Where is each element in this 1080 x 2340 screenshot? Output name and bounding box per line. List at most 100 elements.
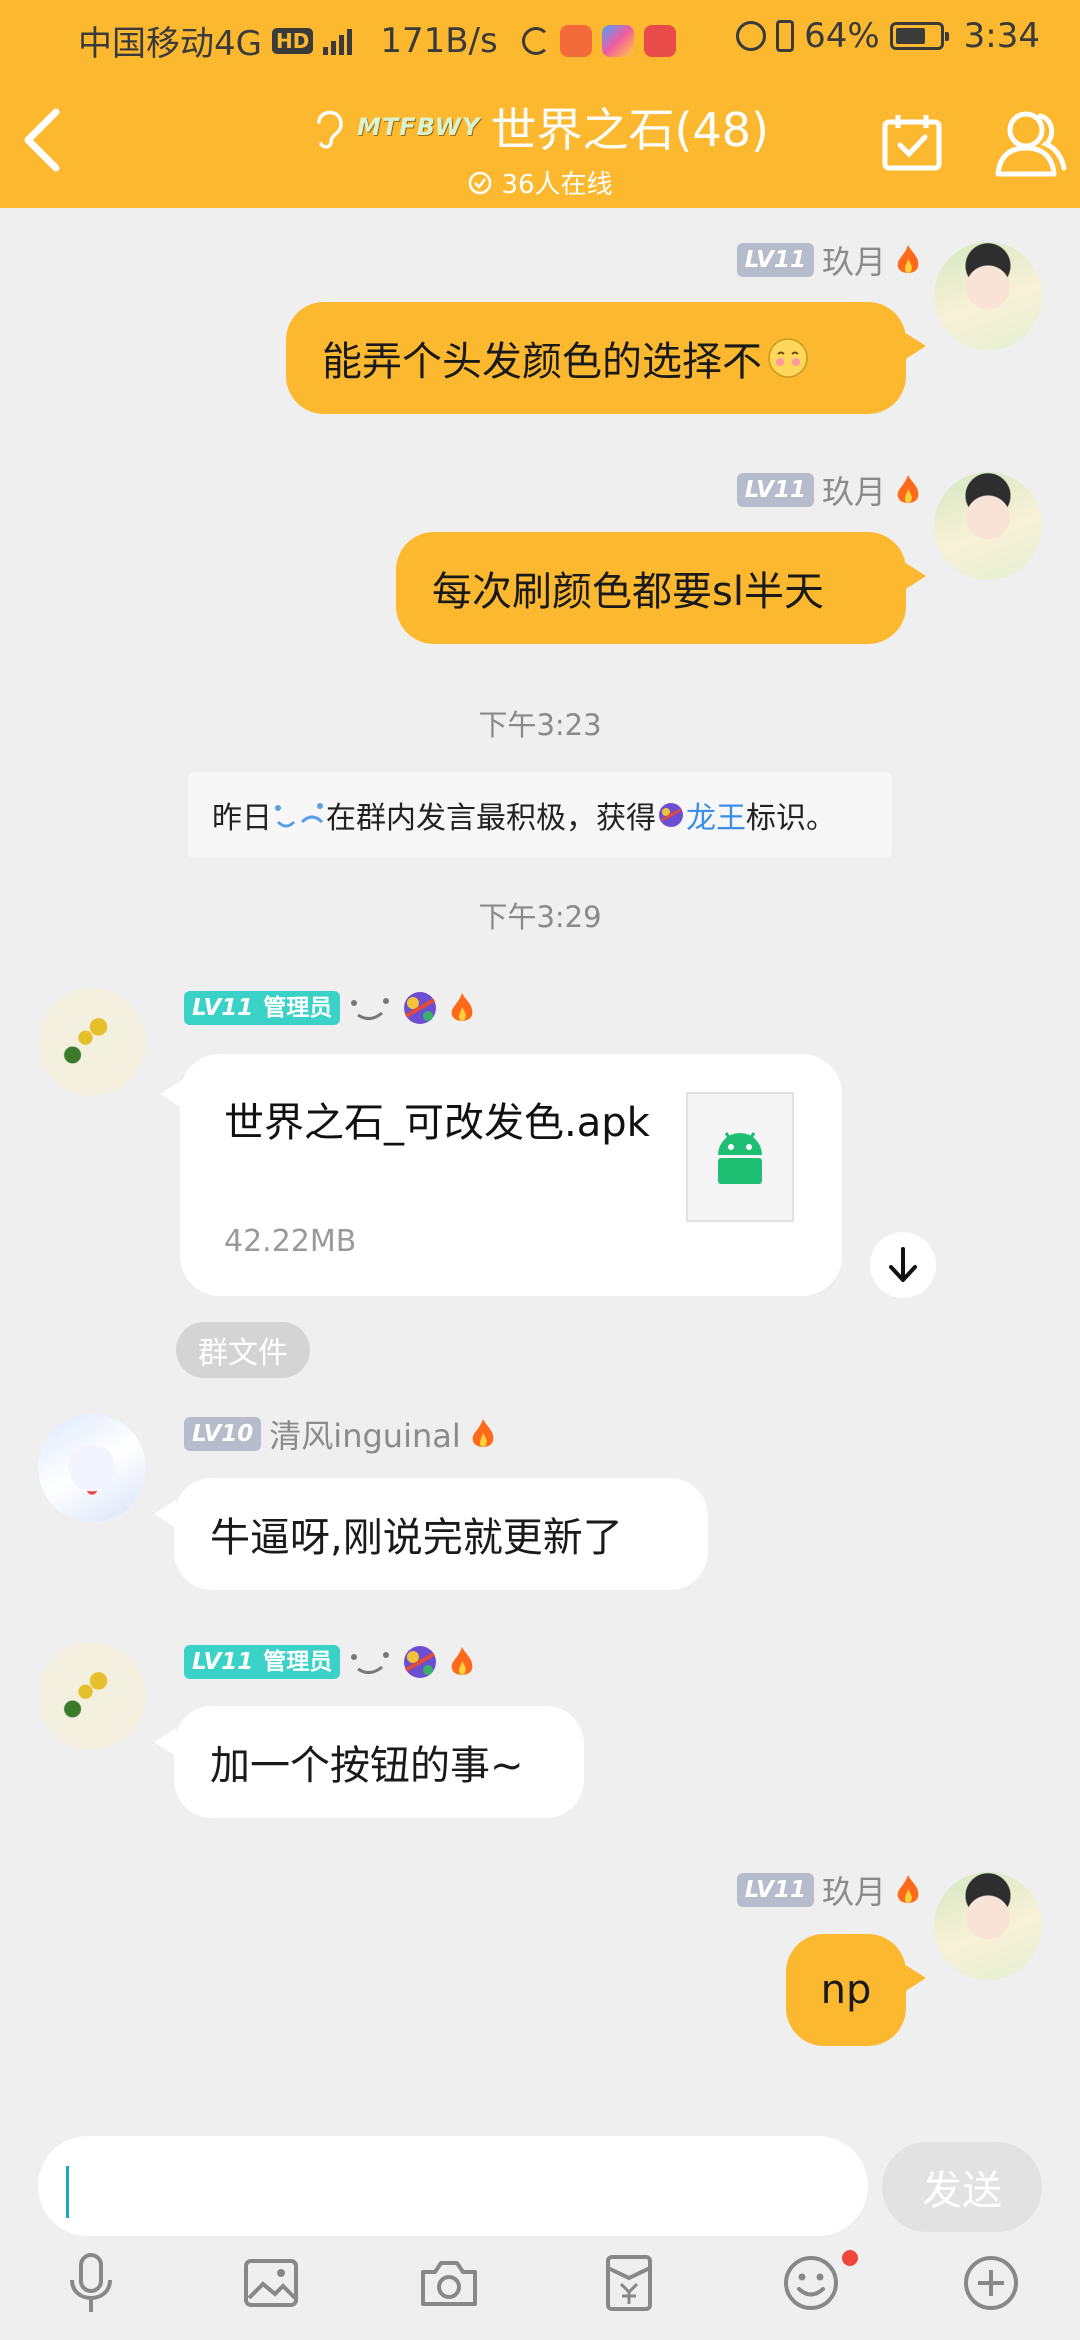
red-packet-button[interactable] [594, 2248, 664, 2318]
notice-text: 昨日 [212, 801, 272, 836]
message-bubble[interactable]: 能弄个头发颜色的选择不 [286, 302, 906, 414]
bubble-tail [904, 332, 926, 360]
file-size: 42.22MB [224, 1224, 357, 1259]
checkin-button[interactable] [880, 112, 944, 176]
chat-header: MTFBWY 世界之石(48) 36人在线 [0, 72, 1080, 208]
avatar[interactable] [934, 242, 1042, 350]
notification-dot [842, 2250, 858, 2266]
composer-toolbar [0, 2248, 1080, 2338]
message-bubble[interactable]: 牛逼呀,刚说完就更新了 [174, 1478, 708, 1590]
plus-icon [964, 2256, 1018, 2310]
group-file-tag[interactable]: 群文件 [176, 1322, 310, 1378]
fire-icon [897, 245, 919, 273]
message-meta: LV11 玖月 [736, 1867, 922, 1913]
fire-icon [451, 993, 473, 1021]
avatar[interactable] [934, 472, 1042, 580]
signal-icon [323, 27, 353, 55]
sync-icon [521, 26, 550, 55]
notice-text: 在群内发言最积极，获得 [326, 801, 656, 836]
bubble-tail [154, 1728, 176, 1756]
battery-icon [889, 22, 949, 50]
message-bubble[interactable]: np [786, 1934, 906, 2046]
top-bar: 中国移动4G HD 171B/s 64% 3:34 MTFBWY 世界之石(48… [0, 0, 1080, 208]
message-meta: LV10 清风inguinal [184, 1411, 497, 1457]
alarm-icon [736, 21, 767, 51]
mic-icon [70, 2253, 112, 2312]
level-text: LV11 [192, 995, 254, 1021]
nickname[interactable]: 玖月 [822, 467, 886, 513]
notice-text: 标识。 [746, 801, 836, 836]
message-meta: LV11 管理员 [184, 988, 476, 1028]
fire-icon [897, 475, 919, 503]
level-text: LV11 [192, 1649, 254, 1675]
gallery-app-icon [601, 24, 634, 57]
message-text: 加一个按钮的事~ [210, 1743, 524, 1789]
composer-bar: 发送 [0, 2120, 1080, 2340]
group-members-button[interactable] [992, 108, 1068, 182]
fire-icon [472, 1419, 494, 1447]
reader-app-icon [643, 24, 676, 57]
check-circle-icon [469, 171, 492, 194]
ear-icon [317, 110, 343, 149]
message-input[interactable] [38, 2136, 868, 2236]
dragon-icon [404, 1646, 437, 1678]
dragon-icon [404, 992, 437, 1024]
system-notice: 昨日 在群内发言最积极，获得 龙王 标识。 [188, 772, 892, 858]
timestamp: 下午3:23 [478, 708, 602, 742]
fire-icon [451, 1647, 473, 1675]
file-name: 世界之石_可改发色.apk [224, 1100, 650, 1146]
avatar[interactable] [38, 988, 146, 1096]
bubble-tail [904, 1964, 926, 1992]
level-badge: LV10 [184, 1417, 262, 1451]
emoji-button[interactable] [776, 2248, 846, 2318]
shy-emoji-icon [768, 338, 808, 378]
dragon-icon [659, 803, 683, 827]
avatar[interactable] [38, 1414, 146, 1522]
more-button[interactable] [956, 2248, 1026, 2318]
download-button[interactable] [870, 1232, 936, 1298]
camera-button[interactable] [414, 2248, 484, 2318]
arrow-down-icon [889, 1247, 917, 1282]
emoji-icon [784, 2256, 838, 2310]
image-icon [244, 2259, 298, 2307]
video-app-icon [559, 24, 592, 57]
timestamp: 下午3:29 [478, 900, 602, 934]
nickname[interactable]: 玖月 [822, 1867, 886, 1913]
nickname-emoji-icon [351, 998, 390, 1020]
online-count: 36人在线 [501, 170, 613, 200]
message-text: 每次刷颜色都要sl半天 [432, 569, 824, 615]
message-text: 牛逼呀,刚说完就更新了 [210, 1515, 623, 1561]
android-icon [718, 1132, 762, 1184]
image-button[interactable] [236, 2248, 306, 2318]
text-caret [66, 2166, 69, 2218]
members-icon [995, 111, 1067, 177]
apk-file-icon [686, 1092, 794, 1222]
nickname[interactable]: 玖月 [822, 237, 886, 283]
message-text: np [820, 1967, 872, 2013]
dragon-king-link[interactable]: 龙王 [686, 793, 746, 837]
status-bar: 中国移动4G HD 171B/s 64% 3:34 [0, 0, 1080, 72]
nickname-emoji-icon [351, 1652, 390, 1674]
message-text: 能弄个头发颜色的选择不 [322, 339, 762, 385]
net-speed: 171B/s [380, 20, 498, 61]
chat-title: 世界之石(48) [490, 103, 769, 157]
message-meta: LV11 玖月 [736, 467, 922, 513]
role-text: 管理员 [263, 995, 333, 1021]
role-text: 管理员 [263, 1649, 333, 1675]
avatar[interactable] [38, 1642, 146, 1750]
clock: 3:34 [963, 16, 1040, 56]
send-button[interactable]: 发送 [882, 2142, 1042, 2232]
avatar[interactable] [934, 1872, 1042, 1980]
message-bubble[interactable]: 每次刷颜色都要sl半天 [396, 532, 906, 644]
file-message-card[interactable]: 世界之石_可改发色.apk 42.22MB [180, 1054, 842, 1296]
vibrate-icon [776, 20, 795, 52]
message-bubble[interactable]: 加一个按钮的事~ [174, 1706, 584, 1818]
bubble-tail [154, 1500, 176, 1528]
bubble-tail [160, 1080, 182, 1108]
voice-button[interactable] [56, 2248, 126, 2318]
group-brand-badge: MTFBWY [357, 113, 481, 141]
fire-icon [897, 1875, 919, 1903]
camera-icon [421, 2261, 477, 2306]
nickname[interactable]: 清风inguinal [269, 1411, 460, 1457]
message-meta: LV11 玖月 [736, 237, 922, 283]
